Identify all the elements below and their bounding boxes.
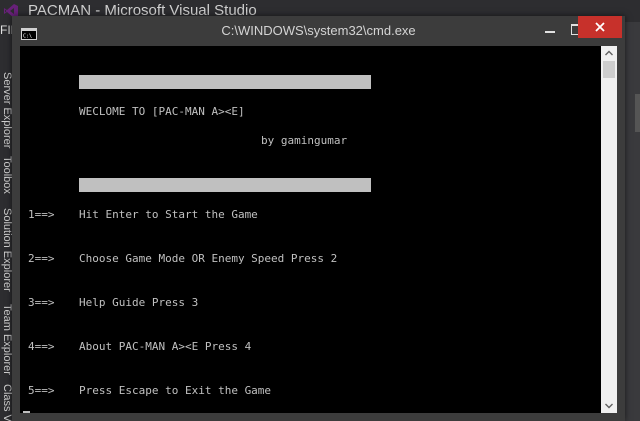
- menu-option-4-text: About PAC-MAN A><E Press 4: [79, 340, 252, 353]
- chevron-up-icon: [605, 50, 613, 56]
- menu-option-2-text: Choose Game Mode OR Enemy Speed Press 2: [79, 252, 338, 265]
- close-icon: [595, 22, 605, 32]
- menu-option-3-text: Help Guide Press 3: [79, 296, 199, 309]
- console-window-title: C:\WINDOWS\system32\cmd.exe: [221, 23, 416, 38]
- console-output[interactable]: WECLOME TO [PAC-MAN A><E] by gamingumar …: [20, 46, 601, 413]
- menu-option-2-number: 2==>: [28, 252, 55, 265]
- vs-edge-handle: [635, 94, 640, 132]
- text-cursor: [23, 411, 30, 413]
- scroll-up-button[interactable]: [601, 46, 617, 60]
- scrollbar-thumb[interactable]: [603, 61, 615, 78]
- scroll-down-button[interactable]: [601, 399, 617, 413]
- minimize-icon[interactable]: [539, 20, 561, 38]
- chevron-down-icon: [605, 403, 613, 409]
- banner-bar-top: [79, 75, 371, 89]
- close-button[interactable]: [578, 16, 622, 38]
- console-titlebar[interactable]: C:\ C:\WINDOWS\system32\cmd.exe: [12, 16, 625, 46]
- screen: PACMAN - Microsoft Visual Studio Server …: [0, 0, 640, 421]
- menu-option-5-text: Press Escape to Exit the Game: [79, 384, 272, 397]
- menu-option-1-number: 1==>: [28, 208, 55, 221]
- welcome-text: WECLOME TO [PAC-MAN A><E]: [79, 105, 245, 118]
- menu-option-3-number: 3==>: [28, 296, 55, 309]
- vs-right-edge: [625, 22, 640, 421]
- menu-option-1-text: Hit Enter to Start the Game: [79, 208, 258, 221]
- console-body: WECLOME TO [PAC-MAN A><E] by gamingumar …: [20, 46, 617, 413]
- vertical-scrollbar[interactable]: [601, 46, 617, 413]
- menu-option-4-number: 4==>: [28, 340, 55, 353]
- banner-bar-bottom: [79, 178, 371, 192]
- byline-text: by gamingumar: [261, 134, 348, 147]
- menu-option-5-number: 5==>: [28, 384, 55, 397]
- console-window: C:\ C:\WINDOWS\system32\cmd.exe WECLOME …: [12, 16, 625, 421]
